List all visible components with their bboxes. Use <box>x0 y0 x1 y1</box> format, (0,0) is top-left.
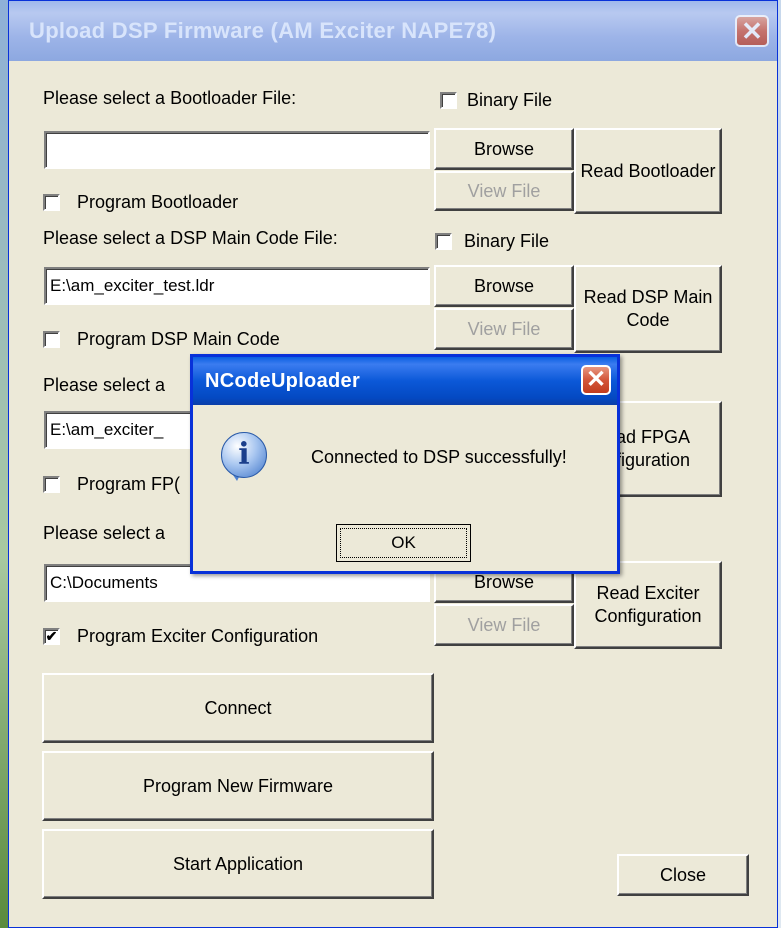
window-close-button[interactable]: ✕ <box>735 15 769 47</box>
bootloader-binary-label: Binary File <box>467 90 553 110</box>
main-code-binary-checkbox[interactable] <box>435 233 452 250</box>
read-dsp-main-code-button[interactable]: Read DSP Main Code <box>574 265 722 353</box>
main-code-prompt: Please select a DSP Main Code File: <box>43 228 338 248</box>
dialog-close-button[interactable]: ✕ <box>581 365 611 395</box>
program-bootloader-checkbox[interactable] <box>43 194 60 211</box>
program-exciter-checkbox[interactable]: ✔ <box>43 628 60 645</box>
dialog-message: Connected to DSP successfully! <box>311 447 567 467</box>
connect-button[interactable]: Connect <box>42 673 434 743</box>
program-main-code-label: Program DSP Main Code <box>77 329 280 349</box>
main-code-view-file-button[interactable]: View File <box>434 308 574 350</box>
window-titlebar[interactable]: Upload DSP Firmware (AM Exciter NAPE78) … <box>9 1 777 61</box>
window-title: Upload DSP Firmware (AM Exciter NAPE78) <box>29 18 497 43</box>
read-bootloader-button[interactable]: Read Bootloader <box>574 128 722 214</box>
program-bootloader-label: Program Bootloader <box>77 192 239 212</box>
bootloader-prompt: Please select a Bootloader File: <box>43 88 297 108</box>
dialog-title: NCodeUploader <box>205 370 361 392</box>
start-application-button[interactable]: Start Application <box>42 829 434 899</box>
ok-focus-ring <box>340 528 467 558</box>
exciter-view-file-button[interactable]: View File <box>434 604 574 646</box>
message-dialog: NCodeUploader ✕ i Connected to DSP succe… <box>190 354 620 574</box>
bootloader-file-input[interactable] <box>44 131 430 169</box>
program-fpga-label: Program FP( <box>77 474 181 494</box>
main-code-browse-button[interactable]: Browse <box>434 265 574 307</box>
program-exciter-label: Program Exciter Configuration <box>77 626 319 646</box>
main-code-file-input[interactable]: E:\am_exciter_test.ldr <box>44 267 430 305</box>
upload-dsp-firmware-window: Upload DSP Firmware (AM Exciter NAPE78) … <box>8 0 778 928</box>
close-button[interactable]: Close <box>617 854 749 896</box>
main-code-binary-label: Binary File <box>464 231 550 251</box>
fpga-prompt: Please select a <box>43 375 166 395</box>
bootloader-view-file-button[interactable]: View File <box>434 171 574 211</box>
program-fpga-checkbox[interactable] <box>43 476 60 493</box>
info-icon: i <box>221 432 267 478</box>
bootloader-browse-button[interactable]: Browse <box>434 128 574 170</box>
read-exciter-configuration-button[interactable]: Read Exciter Configuration <box>574 561 722 649</box>
dialog-titlebar[interactable]: NCodeUploader ✕ <box>193 357 617 405</box>
bootloader-binary-checkbox[interactable] <box>440 92 457 109</box>
ok-button[interactable]: OK <box>336 524 471 562</box>
program-main-code-checkbox[interactable] <box>43 331 60 348</box>
exciter-prompt: Please select a <box>43 523 166 543</box>
program-new-firmware-button[interactable]: Program New Firmware <box>42 751 434 821</box>
